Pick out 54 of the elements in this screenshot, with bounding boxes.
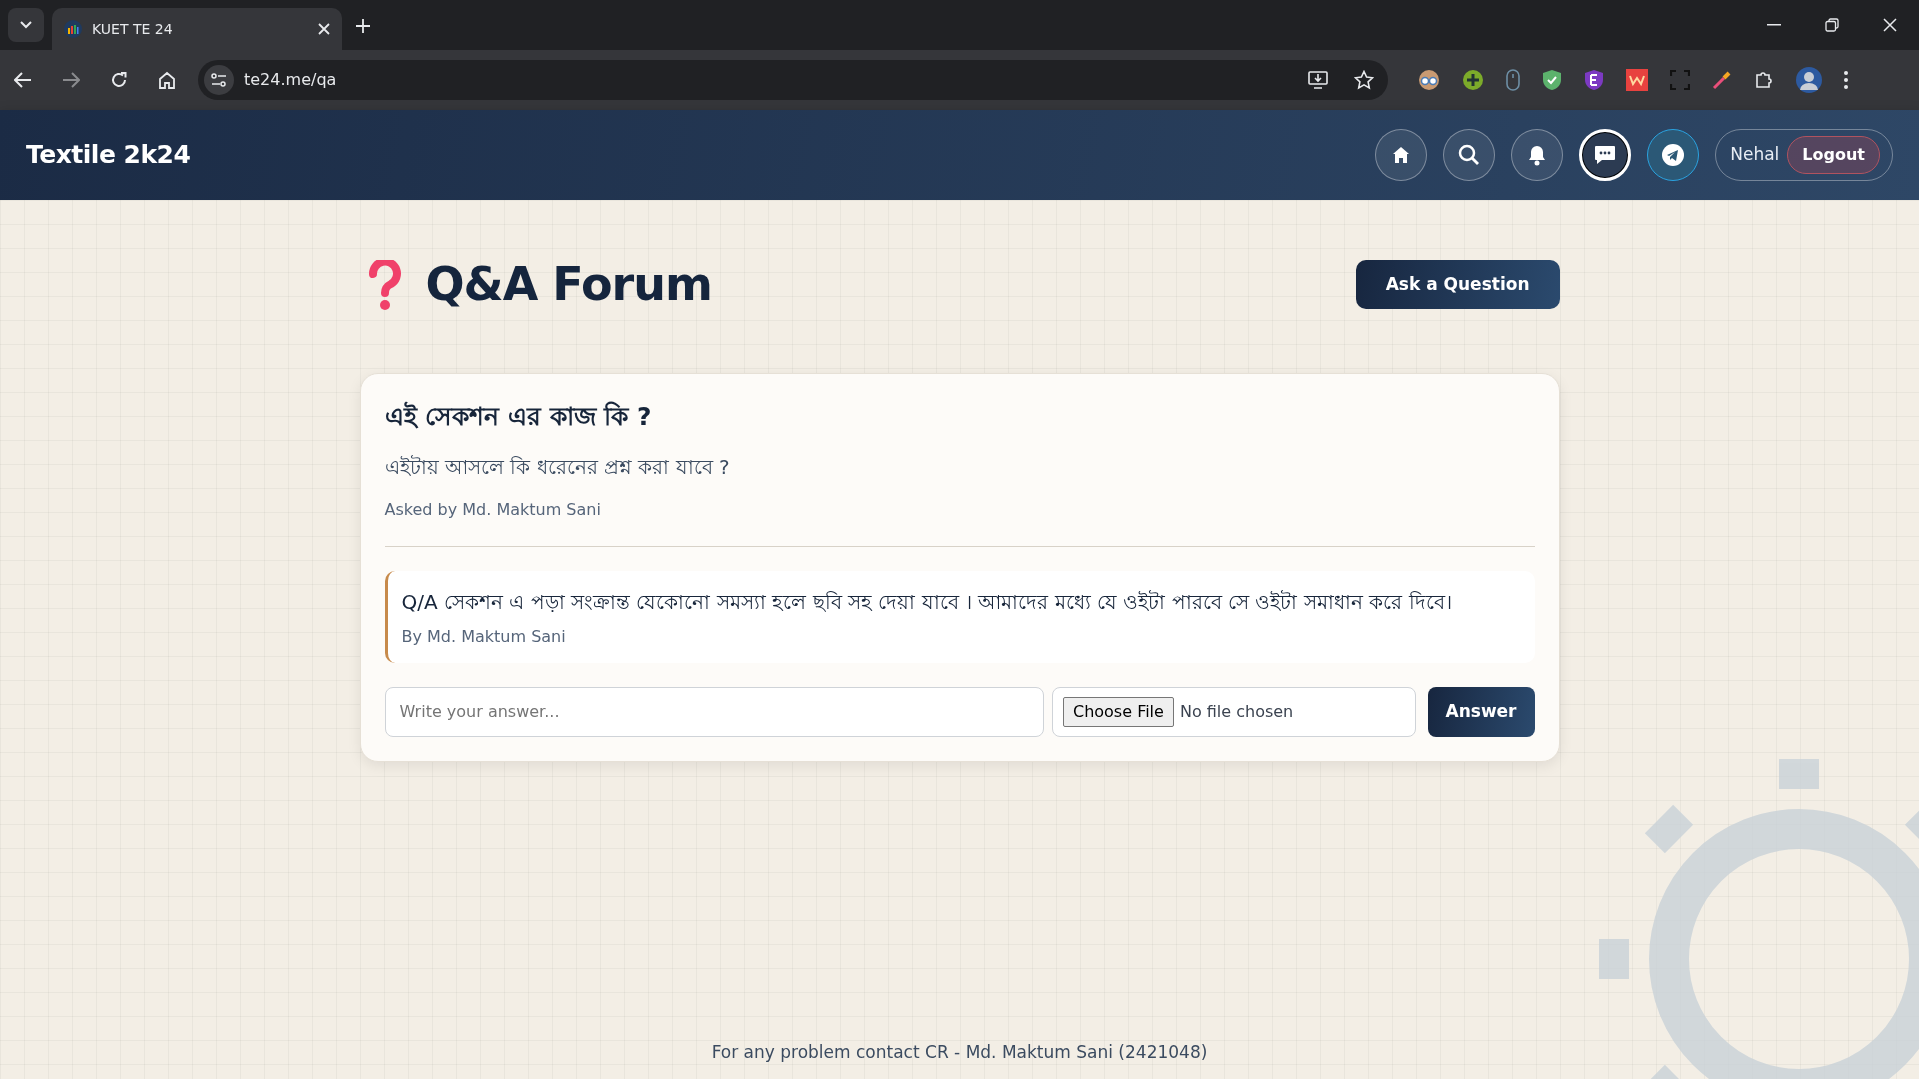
puzzle-piece-icon[interactable] — [1754, 70, 1774, 90]
question-body: এইটায় আসলে কি ধরেনের প্রশ্ন করা যাবে ? — [384, 453, 731, 481]
minimize-icon[interactable] — [1767, 24, 1781, 26]
forward-icon[interactable] — [62, 72, 80, 88]
tab-title: KUET TE 24 — [92, 19, 173, 39]
question-title: এই সেকশন এর কাজ কি ? — [384, 400, 653, 433]
close-tab-icon[interactable] — [318, 23, 330, 35]
browser-tab[interactable]: KUET TE 24 — [52, 8, 342, 50]
restore-icon[interactable] — [1825, 18, 1839, 32]
shield-icon[interactable] — [1542, 69, 1562, 91]
page-title: Q&A Forum — [425, 256, 712, 313]
close-window-icon[interactable] — [1883, 18, 1897, 32]
bell-icon — [1527, 144, 1548, 166]
letter-e-extension-icon[interactable] — [1584, 69, 1604, 91]
answer-text: Q/A সেকশন এ পড়া সংক্রান্ত যেকোনো সমস্যা হলে ছবি সহ দেয়া যাবে । আমাদের মধ্যে যে ওইটা পারবে সে ওইটা সমাধান করে দিবে। — [401, 588, 1453, 616]
choose-file-button[interactable]: Choose File — [1062, 696, 1174, 727]
plus-extension-icon[interactable] — [1462, 69, 1484, 91]
address-bar[interactable]: te24.me/qa — [198, 60, 1388, 100]
site-favicon-icon — [64, 20, 82, 38]
eyedropper-icon[interactable] — [1712, 70, 1732, 90]
file-status-text: No file chosen — [1179, 700, 1294, 723]
chat-icon — [1594, 145, 1617, 165]
back-icon[interactable] — [14, 72, 32, 88]
home-button[interactable] — [1375, 129, 1428, 181]
tab-list-button[interactable] — [8, 8, 44, 42]
home-icon[interactable] — [158, 71, 176, 89]
question-mark-icon — [367, 259, 402, 310]
ask-question-button[interactable]: Ask a Question — [1355, 259, 1560, 310]
logout-button[interactable]: Logout — [1787, 136, 1880, 174]
new-tab-icon[interactable] — [356, 19, 370, 33]
menu-icon[interactable] — [1844, 71, 1848, 89]
answer-input-field[interactable]: Write your answer... — [384, 686, 1044, 737]
answer-author: By Md. Maktum Sani — [401, 625, 567, 648]
install-app-icon[interactable] — [1308, 71, 1328, 89]
paper-plane-button[interactable] — [1647, 129, 1700, 181]
footer-text: For any problem contact CR - Md. Maktum Sani (2421048) — [710, 1040, 1209, 1064]
url-text: te24.me/qa — [244, 69, 337, 91]
bell-button[interactable] — [1511, 129, 1564, 181]
extension-icon[interactable] — [1418, 69, 1440, 91]
file-input[interactable]: Choose File No file chosen — [1051, 686, 1416, 737]
mouse-icon[interactable] — [1506, 69, 1520, 91]
bookmark-star-icon[interactable] — [1354, 70, 1374, 90]
site-settings-icon[interactable] — [204, 65, 234, 95]
reload-icon[interactable] — [110, 71, 128, 89]
search-button[interactable] — [1443, 129, 1496, 181]
avatar-icon[interactable] — [1796, 67, 1822, 93]
brand-title[interactable]: Textile 2k24 — [26, 136, 191, 174]
search-icon — [1458, 144, 1481, 166]
paper-plane-icon — [1662, 144, 1685, 166]
asked-by-text: Asked by Md. Maktum Sani — [384, 498, 602, 521]
answer-button[interactable]: Answer — [1427, 686, 1535, 737]
user-name: Nehal — [1730, 143, 1780, 167]
chevron-down-icon — [20, 21, 32, 29]
chat-button[interactable] — [1579, 129, 1632, 181]
